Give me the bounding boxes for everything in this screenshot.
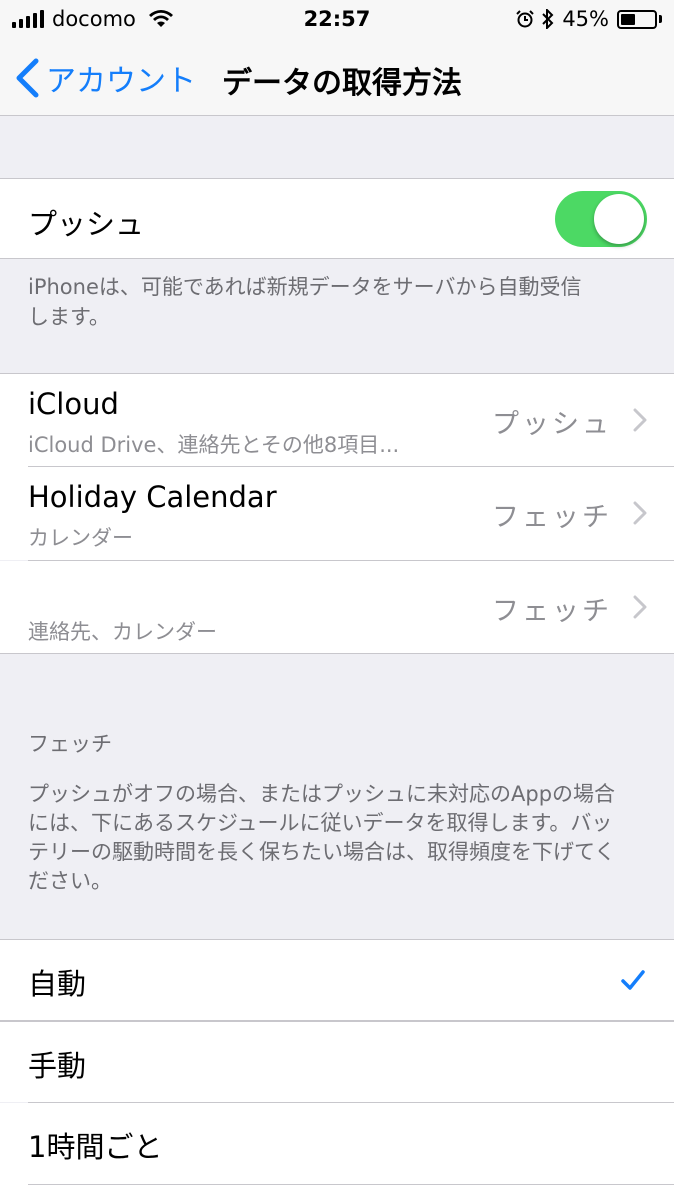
option-label: 手動 xyxy=(28,1049,87,1083)
divider xyxy=(0,653,674,654)
description-line: には、下にあるスケジュールに従いデータを取得します。バッ xyxy=(28,811,613,835)
divider xyxy=(28,1184,674,1185)
chevron-right-icon xyxy=(633,408,647,432)
account-fetch-mode: フェッチ xyxy=(492,596,612,627)
bluetooth-icon xyxy=(542,9,554,29)
fetch-option-automatic[interactable]: 自動 xyxy=(0,940,674,1020)
divider xyxy=(0,258,674,259)
navigation-bar: アカウント データの取得方法 xyxy=(0,38,674,116)
back-button[interactable]: アカウント xyxy=(14,56,196,100)
account-row-icloud[interactable]: iCloud iCloud Drive、連絡先とその他8項目... プッシュ xyxy=(0,374,674,467)
fetch-description: プッシュがオフの場合、またはプッシュに未対応のAppの場合 には、下にあるスケジ… xyxy=(28,780,648,896)
fetch-option-hourly[interactable]: 1時間ごと xyxy=(0,1103,674,1200)
fetch-section-header: フェッチ xyxy=(28,732,112,756)
account-fetch-mode: フェッチ xyxy=(492,502,612,533)
status-right: 45% xyxy=(516,7,662,31)
push-footnote: iPhoneは、可能であれば新規データをサーバから自動受信 します。 xyxy=(28,272,648,332)
description-line: プッシュがオフの場合、またはプッシュに未対応のAppの場合 xyxy=(28,782,616,806)
footnote-line: します。 xyxy=(28,305,110,329)
battery-percent: 45% xyxy=(562,7,609,31)
account-title: Holiday Calendar xyxy=(28,480,277,514)
account-row-holiday-calendar[interactable]: Holiday Calendar カレンダー フェッチ xyxy=(0,467,674,560)
battery-icon xyxy=(617,9,662,29)
chevron-right-icon xyxy=(633,501,647,525)
push-label: プッシュ xyxy=(28,207,145,241)
description-line: ださい。 xyxy=(28,869,112,893)
account-subtitle: カレンダー xyxy=(28,526,133,550)
option-label: 1時間ごと xyxy=(28,1130,163,1164)
battery-level xyxy=(621,13,636,25)
account-subtitle: iCloud Drive、連絡先とその他8項目... xyxy=(28,433,400,457)
alarm-icon xyxy=(516,10,535,28)
option-label: 自動 xyxy=(28,967,87,1001)
checkmark-icon xyxy=(621,970,645,990)
footnote-line: iPhoneは、可能であれば新規データをサーバから自動受信 xyxy=(28,275,582,299)
account-fetch-mode: プッシュ xyxy=(492,409,612,440)
push-toggle[interactable] xyxy=(555,191,647,247)
fetch-option-manual[interactable]: 手動 xyxy=(0,1022,674,1102)
chevron-right-icon xyxy=(633,595,647,619)
description-line: テリーの駆動時間を長く保ちたい場合は、取得頻度を下げてく xyxy=(28,840,616,864)
account-title: iCloud xyxy=(28,387,119,421)
account-subtitle: 連絡先、カレンダー xyxy=(28,620,217,644)
status-bar: docomo 22:57 45% xyxy=(0,0,674,38)
chevron-left-icon xyxy=(16,58,39,98)
toggle-knob xyxy=(594,194,644,244)
back-label: アカウント xyxy=(46,64,196,99)
push-cell: プッシュ xyxy=(0,179,674,258)
account-row-contacts-calendar[interactable]: 連絡先、カレンダー フェッチ xyxy=(0,561,674,653)
page-title: データの取得方法 xyxy=(222,66,462,101)
